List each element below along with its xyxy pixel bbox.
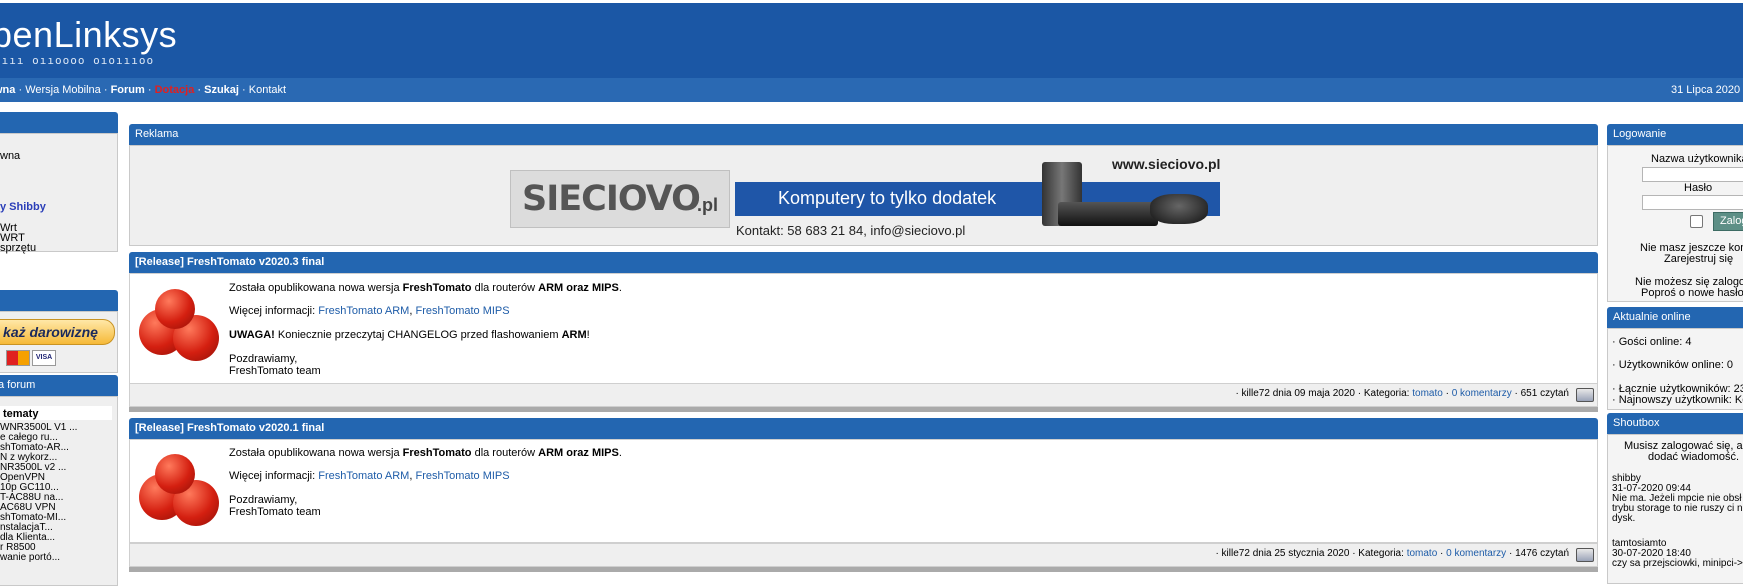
nav-item-5[interactable]: Kontakt: [249, 84, 286, 96]
nav-separator: ·: [194, 84, 205, 96]
nav-item-2[interactable]: Forum: [111, 84, 145, 96]
tomato-image-1: [137, 287, 221, 373]
online-header: Aktualnie online: [1607, 307, 1743, 328]
mastercard-icon: [6, 350, 30, 366]
news-1-team: FreshTomato team: [229, 365, 321, 377]
nav-item-3[interactable]: Dotacja: [155, 84, 195, 96]
ad-logo-text: SIECIOVO: [522, 179, 701, 219]
password-input[interactable]: [1642, 195, 1743, 210]
left-menu-item[interactable]: wna: [0, 150, 20, 162]
news-1-category-link[interactable]: tomato: [1412, 388, 1443, 399]
remember-me-checkbox[interactable]: [1690, 215, 1703, 228]
news-2-more-info: Więcej informacji: FreshTomato ARM, Fres…: [229, 470, 510, 482]
freshtomato-arm-link[interactable]: FreshTomato ARM: [318, 470, 409, 482]
nav-separator: ·: [100, 84, 111, 96]
news-1-content: Została opublikowana nowa wersja FreshTo…: [229, 282, 622, 377]
news-2-team: FreshTomato team: [229, 506, 321, 518]
password-label: Hasło: [1684, 182, 1713, 194]
left-menu-item[interactable]: y Shibby: [0, 201, 46, 213]
news-separator: [129, 567, 1598, 572]
forum-topic-link[interactable]: wanie portó...: [0, 553, 60, 563]
donate-button[interactable]: każ darowiznę: [0, 319, 115, 345]
username-input[interactable]: [1642, 167, 1743, 182]
nav-item-4[interactable]: Szukaj: [204, 84, 239, 96]
nav-separator: ·: [238, 84, 249, 96]
printer-icon[interactable]: [1576, 388, 1594, 402]
news-2-footer: · kille72 dnia 25 stycznia 2020 · Katego…: [129, 543, 1598, 567]
logo-binary-subtitle: ıııı oııoooo oıoıııoo: [0, 54, 155, 67]
news-2-line1: Została opublikowana nowa wersja FreshTo…: [229, 447, 622, 459]
freshtomato-mips-link[interactable]: FreshTomato MIPS: [415, 305, 509, 317]
login-header: Logowanie: [1607, 124, 1743, 145]
current-date: 31 Lipca 2020 1: [1671, 84, 1743, 96]
news-1-comments-link[interactable]: 0 komentarzy: [1452, 388, 1512, 399]
router-device-icon: [1058, 202, 1158, 226]
news-2-category-link[interactable]: tomato: [1407, 548, 1438, 559]
forum-subheader: tematy: [3, 408, 39, 420]
freshtomato-arm-link[interactable]: FreshTomato ARM: [318, 305, 409, 317]
left-menu-item[interactable]: sprzętu: [0, 242, 36, 254]
news-1-line1: Została opublikowana nowa wersja FreshTo…: [229, 282, 622, 294]
new-password-link[interactable]: Poproś o nowe hasło: [1641, 287, 1743, 299]
guests-online: · Gości online: 4: [1612, 336, 1692, 348]
news-1-regards: Pozdrawiamy,: [229, 353, 298, 365]
news-separator: [129, 407, 1598, 412]
news-2-regards: Pozdrawiamy,: [229, 494, 298, 506]
shoutbox-header: Shoutbox: [1607, 413, 1743, 434]
nav-separator: ·: [15, 84, 26, 96]
donate-header: [0, 290, 118, 311]
nav-item-1[interactable]: Wersja Mobilna: [25, 84, 101, 96]
ad-banner[interactable]: SIECIOVO .pl Komputery to tylko dodatek …: [510, 156, 1222, 241]
shout-text: czy sa przejsciowki, minipci->: [1612, 558, 1743, 569]
main-nav: wna · Wersja Mobilna · Forum · Dotacja ·…: [0, 84, 286, 96]
news-1-title[interactable]: [Release] FreshTomato v2020.3 final: [129, 252, 1598, 273]
shout-text: dysk.: [1612, 513, 1636, 524]
forum-header: a forum: [0, 375, 118, 396]
ad-contact: Kontakt: 58 683 21 84, info@sieciovo.pl: [736, 223, 966, 238]
wireless-device-icon: [1150, 194, 1208, 224]
site-logo[interactable]: penLinksys: [0, 14, 177, 56]
nav-separator: ·: [144, 84, 155, 96]
site-header: [0, 3, 1743, 78]
ad-header: Reklama: [129, 124, 1598, 145]
nav-item-0[interactable]: wna: [0, 84, 15, 96]
news-2-content: Została opublikowana nowa wersja FreshTo…: [229, 447, 622, 518]
ad-slogan: Komputery to tylko dodatek: [778, 188, 997, 208]
news-1-more-info: Więcej informacji: FreshTomato ARM, Fres…: [229, 305, 510, 317]
printer-icon[interactable]: [1576, 548, 1594, 562]
newest-user: · Najnowszy użytkownik: Kod: [1612, 394, 1743, 406]
freshtomato-mips-link[interactable]: FreshTomato MIPS: [415, 470, 509, 482]
users-online: · Użytkowników online: 0: [1612, 359, 1734, 371]
news-1-warning: UWAGA! Koniecznie przeczytaj CHANGELOG p…: [229, 329, 590, 341]
ad-logo-suffix: .pl: [697, 195, 718, 215]
visa-icon: VISA: [32, 350, 56, 366]
left-menu-header: [0, 112, 118, 133]
register-link[interactable]: Zarejestruj się: [1664, 253, 1733, 265]
news-1-footer: · kille72 dnia 09 maja 2020 · Kategoria:…: [129, 383, 1598, 407]
shoutbox-notice-2: dodać wiadomość.: [1648, 451, 1740, 463]
login-button[interactable]: Zaloguj: [1713, 212, 1743, 231]
news-2-comments-link[interactable]: 0 komentarzy: [1446, 548, 1506, 559]
tomato-image-2: [137, 452, 221, 538]
username-label: Nazwa użytkownika: [1651, 153, 1743, 165]
ad-url: www.sieciovo.pl: [1112, 156, 1221, 172]
news-2-title[interactable]: [Release] FreshTomato v2020.1 final: [129, 418, 1598, 439]
